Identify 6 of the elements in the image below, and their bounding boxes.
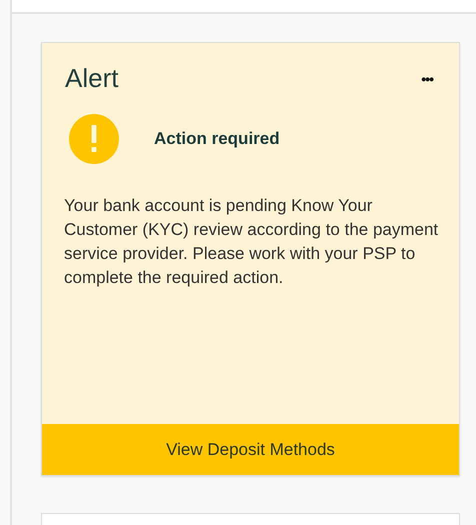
card-title: Alert: [65, 63, 118, 94]
view-deposit-methods-button[interactable]: View Deposit Methods: [42, 424, 459, 475]
more-menu-button[interactable]: •••: [421, 70, 433, 86]
alert-message: Your bank account is pending Know Your Customer (KYC) review according to the payment service provider. Please work with your PSP to complete the required action.: [64, 195, 440, 289]
status-label: Action required: [154, 129, 280, 149]
warning-icon: [69, 114, 119, 164]
